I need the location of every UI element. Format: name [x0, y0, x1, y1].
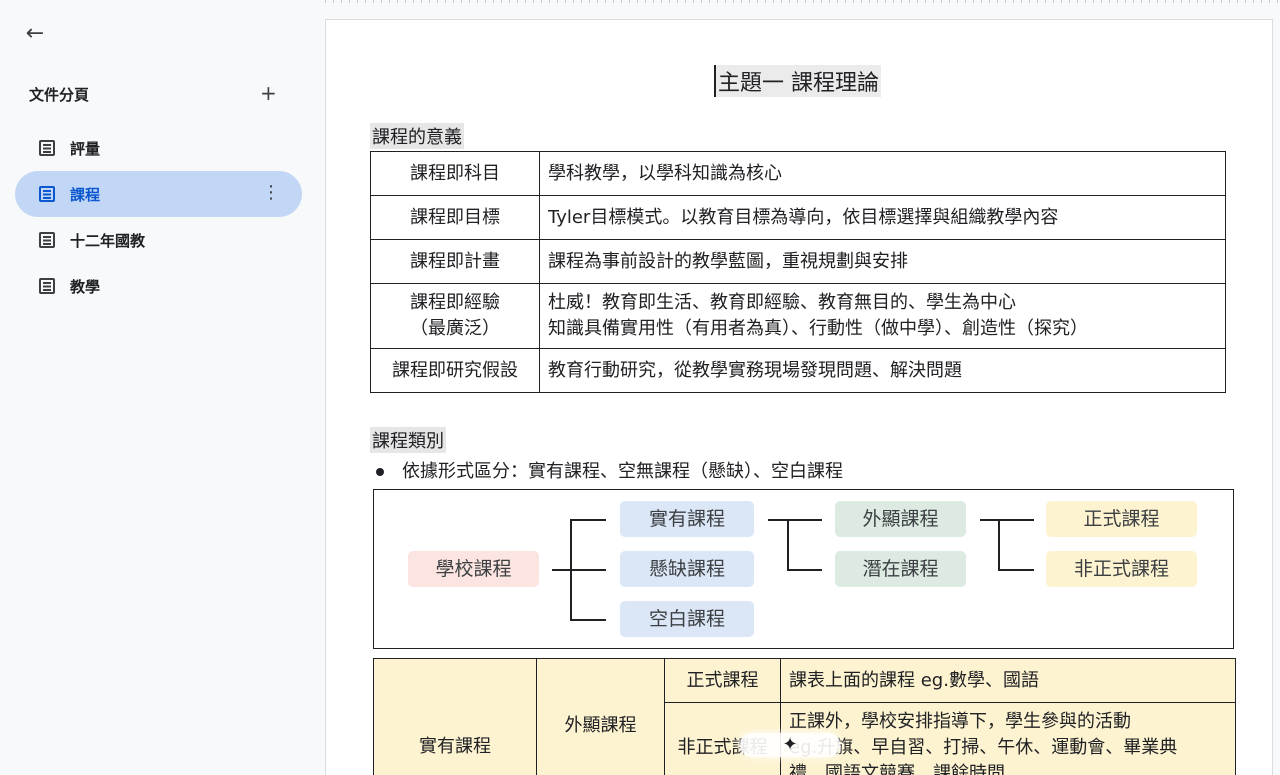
sidebar-item-teaching[interactable]: 教學 — [15, 263, 302, 309]
gemini-sparkle-icon[interactable]: ✦ — [740, 733, 840, 757]
table-cell[interactable]: 外顯課程 — [536, 658, 665, 775]
add-tab-button[interactable]: + — [260, 82, 277, 104]
back-arrow-icon[interactable]: ← — [20, 22, 50, 48]
diagram-node-school-curriculum: 學校課程 — [408, 551, 539, 587]
diagram-node-blank-curriculum: 空白課程 — [620, 601, 754, 637]
connector-line — [980, 519, 1034, 521]
curriculum-types-table: 實有課程 外顯課程 正式課程 課表上面的課程 eg.數學、國語 非正式課程 正課… — [373, 658, 1236, 775]
document-icon — [39, 140, 55, 156]
connector-line — [787, 519, 789, 570]
sidebar-item-label: 教學 — [70, 277, 101, 296]
table-cell[interactable]: Tyler目標模式。以教育目標為導向，依目標選擇與組織教學內容 — [539, 195, 1226, 240]
table-cell[interactable]: 正課外，學校安排指導下，學生參與的活動 eg.升旗、早自習、打掃、午休、運動會、… — [780, 702, 1236, 775]
bullet-dot — [376, 468, 384, 476]
sidebar-item-curriculum[interactable]: 課程 ⋮ — [15, 171, 302, 217]
cell-line: 課程即經驗 — [410, 292, 500, 313]
diagram-node-hidden-curriculum: 潛在課程 — [835, 551, 966, 587]
connector-line — [570, 619, 606, 621]
document-icon — [39, 186, 55, 202]
cell-line: 正課外，學校安排指導下，學生參與的活動 — [789, 711, 1131, 732]
table-cell[interactable]: 實有課程 — [373, 658, 537, 775]
cell-line: eg.升旗、早自習、打掃、午休、運動會、畢業典 — [789, 737, 1178, 758]
connector-line — [570, 519, 572, 620]
table-cell[interactable]: 課程即科目 — [370, 151, 540, 196]
curriculum-diagram[interactable]: 學校課程 實有課程 懸缺課程 空白課程 外顯課程 潛在課程 正式課程 非正式課程 — [373, 489, 1234, 649]
section-heading-categories[interactable]: 課程類別 — [370, 427, 446, 453]
table-row: 課程即研究假設 教育行動研究，從教學實務現場發現問題、解決問題 — [370, 348, 1226, 393]
table-cell[interactable]: 學科教學，以學科知識為核心 — [539, 151, 1226, 196]
table-row: 課程即目標 Tyler目標模式。以教育目標為導向，依目標選擇與組織教學內容 — [370, 195, 1226, 240]
table-cell[interactable]: 課程即經驗 （最廣泛） — [370, 283, 540, 349]
table-row: 課程即科目 學科教學，以學科知識為核心 — [370, 151, 1226, 196]
diagram-node-explicit-curriculum: 外顯課程 — [835, 501, 966, 537]
diagram-node-null-curriculum: 懸缺課程 — [620, 551, 754, 587]
table-cell[interactable]: 課程即目標 — [370, 195, 540, 240]
cell-line: （最廣泛） — [410, 318, 500, 339]
table-cell[interactable]: 杜威！教育即生活、教育即經驗、教育無目的、學生為中心 知識具備實用性（有用者為真… — [539, 283, 1226, 349]
diagram-node-informal-curriculum: 非正式課程 — [1046, 551, 1197, 587]
table-cell[interactable]: 課程即研究假設 — [370, 348, 540, 393]
sidebar-item-label: 課程 — [70, 185, 101, 204]
diagram-node-formal-curriculum: 正式課程 — [1046, 501, 1197, 537]
diagram-node-actual-curriculum: 實有課程 — [620, 501, 754, 537]
document-icon — [39, 232, 55, 248]
connector-line — [998, 569, 1034, 571]
document-title[interactable]: 主題一 課程理論 — [714, 65, 881, 97]
document-page[interactable]: 主題一 課程理論 課程的意義 課程即科目 學科教學，以學科知識為核心 課程即目標… — [325, 19, 1273, 775]
document-icon — [39, 278, 55, 294]
bullet-item[interactable]: 依據形式區分：實有課程、空無課程（懸缺）、空白課程 — [376, 457, 843, 483]
table-row: 實有課程 外顯課程 正式課程 課表上面的課程 eg.數學、國語 — [373, 658, 1236, 775]
cell-line: 禮、國語文競賽、課餘時間 — [789, 763, 1005, 775]
table-row: 課程即計畫 課程為事前設計的教學藍圖，重視規劃與安排 — [370, 239, 1226, 284]
connector-line — [768, 519, 822, 521]
table-row: 課程即經驗 （最廣泛） 杜威！教育即生活、教育即經驗、教育無目的、學生為中心 知… — [370, 283, 1226, 349]
table-cell[interactable]: 課程為事前設計的教學藍圖，重視規劃與安排 — [539, 239, 1226, 284]
connector-line — [570, 519, 606, 521]
section-heading-meaning[interactable]: 課程的意義 — [370, 123, 464, 149]
table-cell[interactable]: 教育行動研究，從教學實務現場發現問題、解決問題 — [539, 348, 1226, 393]
connector-line — [552, 569, 606, 571]
table-cell[interactable]: 正式課程 — [664, 658, 781, 703]
cell-line: 杜威！教育即生活、教育即經驗、教育無目的、學生為中心 — [548, 292, 1016, 313]
sidebar-item-label: 十二年國教 — [70, 231, 146, 250]
connector-line — [787, 569, 822, 571]
table-cell[interactable]: 課表上面的課程 eg.數學、國語 — [780, 658, 1236, 703]
sidebar-title: 文件分頁 — [29, 86, 90, 104]
connector-line — [998, 519, 1000, 570]
horizontal-ruler — [325, 0, 1280, 3]
sidebar-item-evaluation[interactable]: 評量 — [15, 125, 302, 171]
curriculum-meaning-table: 課程即科目 學科教學，以學科知識為核心 課程即目標 Tyler目標模式。以教育目… — [370, 151, 1226, 393]
cell-line: 知識具備實用性（有用者為真）、行動性（做中學）、創造性（探究） — [548, 318, 1088, 339]
bullet-text: 依據形式區分：實有課程、空無課程（懸缺）、空白課程 — [402, 461, 843, 482]
more-options-icon[interactable]: ⋮ — [262, 184, 280, 204]
sidebar-item-label: 評量 — [70, 139, 101, 158]
sidebar-item-12-year-education[interactable]: 十二年國教 — [15, 217, 302, 263]
table-cell[interactable]: 課程即計畫 — [370, 239, 540, 284]
